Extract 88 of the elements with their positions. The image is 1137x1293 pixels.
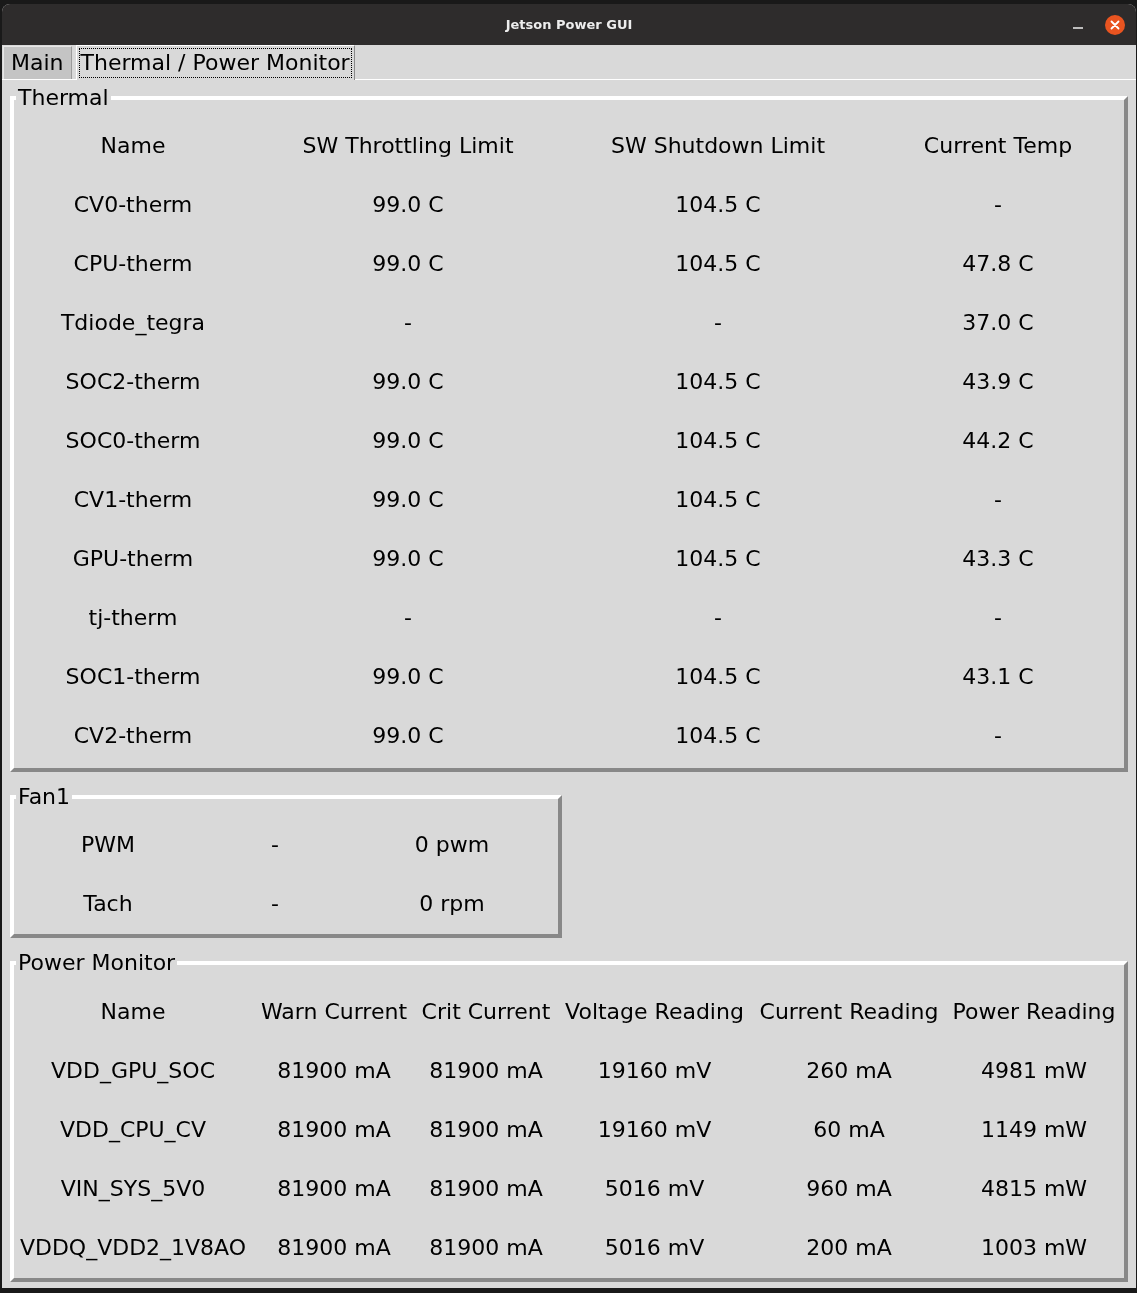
table-cell: 60 mA: [813, 1116, 885, 1143]
table-cell: 19160 mV: [597, 1057, 712, 1084]
column-header: SW Throttling Limit: [302, 132, 514, 159]
table-cell: SOC2-therm: [65, 368, 201, 395]
table-cell: 1003 mW: [980, 1234, 1088, 1261]
table-cell: -: [714, 309, 722, 336]
table-cell: 104.5 C: [675, 368, 761, 395]
minimize-icon[interactable]: [1073, 26, 1083, 29]
table-cell: 47.8 C: [962, 250, 1034, 277]
table-cell: 81900 mA: [277, 1175, 391, 1202]
table-cell: 81900 mA: [429, 1234, 543, 1261]
table-cell: CPU-therm: [73, 250, 193, 277]
close-icon[interactable]: [1105, 14, 1125, 35]
table-cell: 81900 mA: [277, 1234, 391, 1261]
column-header: Warn Current: [260, 998, 408, 1025]
table-cell: 104.5 C: [675, 486, 761, 513]
table-cell: 43.3 C: [962, 545, 1034, 572]
table-cell: 104.5 C: [675, 663, 761, 690]
table-cell: CV0-therm: [73, 191, 193, 218]
table-cell: 99.0 C: [372, 486, 444, 513]
table-cell: Tdiode_tegra: [60, 309, 206, 336]
table-cell: -: [714, 604, 722, 631]
table-cell: 960 mA: [806, 1175, 892, 1202]
table-cell: -: [994, 191, 1002, 218]
table-cell: CV2-therm: [73, 722, 193, 749]
table-cell: 0 pwm: [414, 831, 490, 858]
table-cell: 81900 mA: [429, 1175, 543, 1202]
table-cell: 44.2 C: [962, 427, 1034, 454]
table-cell: -: [271, 831, 279, 858]
row-label: Tach: [83, 890, 133, 917]
column-header: Voltage Reading: [565, 998, 744, 1025]
table-cell: SOC0-therm: [65, 427, 201, 454]
table-cell: 99.0 C: [372, 663, 444, 690]
table-cell: 81900 mA: [277, 1057, 391, 1084]
table-cell: 81900 mA: [429, 1116, 543, 1143]
table-cell: CV1-therm: [73, 486, 193, 513]
tab[interactable]: Thermal / Power Monitor: [75, 45, 355, 80]
table-cell: 81900 mA: [429, 1057, 543, 1084]
tab[interactable]: Main: [3, 46, 72, 79]
table-cell: 99.0 C: [372, 722, 444, 749]
table-cell: 0 rpm: [419, 890, 485, 917]
table-cell: 5016 mV: [604, 1175, 705, 1202]
table-cell: VDD_GPU_SOC: [51, 1057, 215, 1084]
table-cell: 99.0 C: [372, 250, 444, 277]
table-cell: 104.5 C: [675, 722, 761, 749]
table-cell: VDD_CPU_CV: [59, 1116, 207, 1143]
window-title: Jetson Power GUI: [505, 17, 633, 32]
table-cell: 4815 mW: [980, 1175, 1088, 1202]
table-cell: 4981 mW: [980, 1057, 1088, 1084]
table-cell: 104.5 C: [675, 427, 761, 454]
table-cell: 104.5 C: [675, 545, 761, 572]
table-cell: 37.0 C: [962, 309, 1034, 336]
table-cell: 81900 mA: [277, 1116, 391, 1143]
column-header: Current Reading: [759, 998, 939, 1025]
table-cell: -: [994, 486, 1002, 513]
table-cell: 5016 mV: [604, 1234, 705, 1261]
table-cell: GPU-therm: [72, 545, 194, 572]
table-cell: 19160 mV: [597, 1116, 712, 1143]
table-cell: 99.0 C: [372, 368, 444, 395]
column-header: Current Temp: [923, 132, 1073, 159]
table-cell: 260 mA: [806, 1057, 892, 1084]
column-header: Name: [100, 132, 166, 159]
table-cell: -: [994, 722, 1002, 749]
group-title: Power Monitor: [17, 950, 177, 976]
column-header: Name: [100, 998, 166, 1025]
table-cell: 1149 mW: [980, 1116, 1088, 1143]
table-cell: 99.0 C: [372, 427, 444, 454]
table-cell: -: [404, 604, 412, 631]
table-cell: 43.9 C: [962, 368, 1034, 395]
table-cell: 99.0 C: [372, 545, 444, 572]
table-cell: 43.1 C: [962, 663, 1034, 690]
table-cell: 104.5 C: [675, 250, 761, 277]
group-title: Thermal: [17, 85, 110, 111]
table-cell: -: [271, 890, 279, 917]
table-cell: VDDQ_VDD2_1V8AO: [19, 1234, 247, 1261]
table-cell: VIN_SYS_5V0: [60, 1175, 206, 1202]
row-label: PWM: [81, 831, 135, 858]
table-cell: SOC1-therm: [65, 663, 201, 690]
table-cell: 200 mA: [806, 1234, 892, 1261]
column-header: Crit Current: [421, 998, 551, 1025]
table-cell: -: [404, 309, 412, 336]
table-cell: 104.5 C: [675, 191, 761, 218]
table-cell: 99.0 C: [372, 191, 444, 218]
column-header: Power Reading: [952, 998, 1116, 1025]
column-header: SW Shutdown Limit: [610, 132, 826, 159]
table-cell: -: [994, 604, 1002, 631]
group-title: Fan1: [17, 784, 72, 810]
table-cell: tj-therm: [88, 604, 178, 631]
